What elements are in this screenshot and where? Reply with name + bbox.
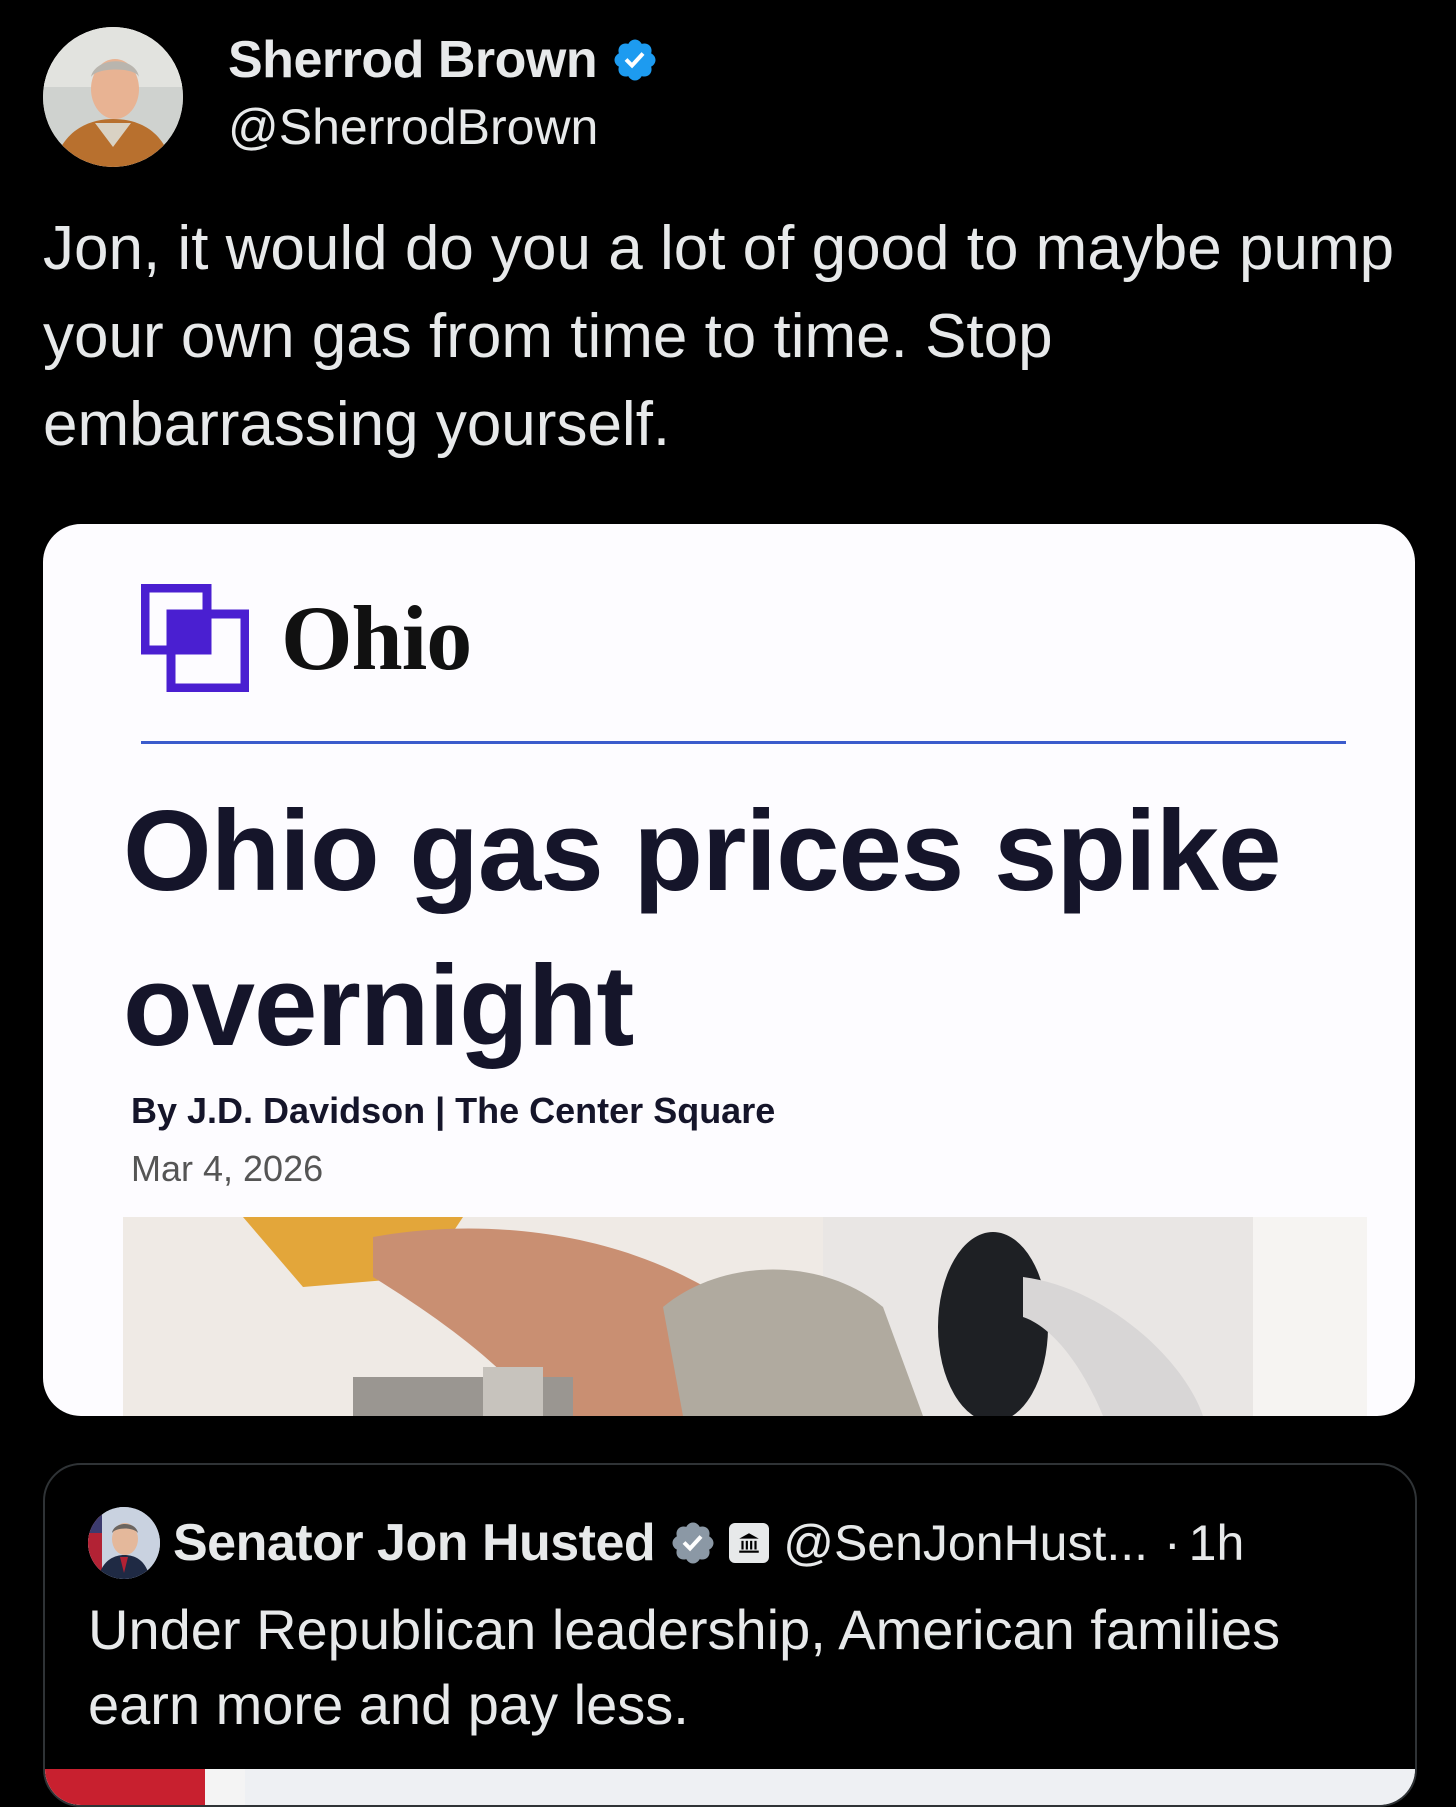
publication-header: Ohio [141,584,472,692]
quoted-author-avatar[interactable] [88,1507,160,1579]
government-building-glyph [739,1533,759,1553]
author-display-name[interactable]: Sherrod Brown [228,30,598,90]
publication-name: Ohio [281,587,472,689]
quoted-media-strip [45,1769,1415,1805]
tweet-image-card[interactable]: Ohio Ohio gas prices spike overnight By … [43,524,1415,1416]
tweet-text: Jon, it would do you a lot of good to ma… [43,214,1395,459]
quoted-tweet-text: Under Republican leadership, American fa… [88,1598,1281,1736]
quoted-timestamp[interactable]: 1h [1189,1514,1245,1572]
article-date: Mar 4, 2026 [131,1148,324,1189]
overlapping-squares-logo-icon [141,584,249,692]
verified-badge-icon[interactable] [611,36,659,84]
quoted-handle[interactable]: @SenJonHust... [783,1514,1148,1572]
author-avatar[interactable] [43,27,183,167]
author-name-row: Sherrod Brown [228,30,659,90]
gas-pump-photo [123,1217,1367,1416]
quoted-avatar-image [88,1507,160,1579]
header-separator: · [1164,1515,1181,1571]
quoted-display-name[interactable]: Senator Jon Husted [173,1513,656,1573]
author-handle[interactable]: @SherrodBrown [228,98,598,156]
article-headline: Ohio gas prices spike overnight [123,788,1281,1070]
quoted-header-row: Senator Jon Husted @SenJonHust... · 1h [173,1507,1244,1579]
gas-pump-illustration [123,1217,1367,1416]
header-divider [141,741,1346,744]
article-byline: By J.D. Davidson | The Center Square [131,1090,776,1131]
government-building-icon[interactable] [729,1523,770,1563]
quoted-verified-badge-icon[interactable] [669,1519,717,1567]
quoted-media-preview[interactable] [45,1769,1415,1805]
quoted-tweet[interactable]: Senator Jon Husted @SenJonHust... · 1h U… [43,1463,1417,1807]
avatar-image [43,27,183,167]
